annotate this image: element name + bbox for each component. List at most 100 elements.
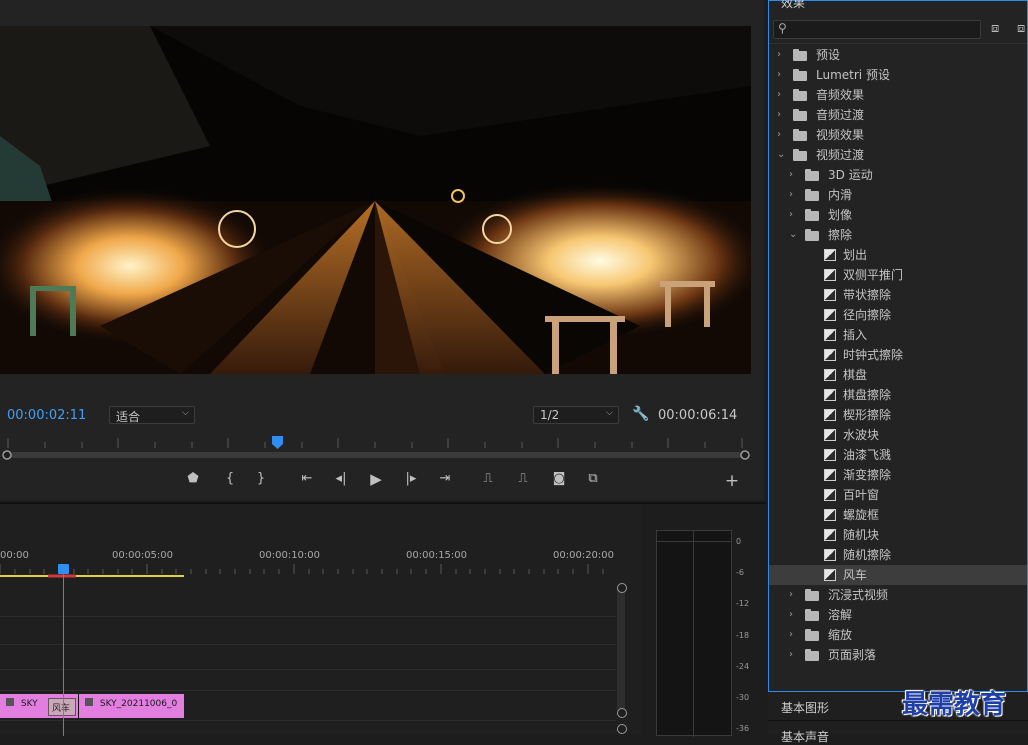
track-divider bbox=[0, 616, 616, 617]
panel-title-next[interactable]: 基本声音 bbox=[781, 728, 829, 745]
folder-item[interactable]: › 视频效果 bbox=[769, 125, 1027, 145]
db-label: 0 bbox=[736, 537, 742, 546]
effect-item[interactable]: 划出 bbox=[769, 245, 1027, 265]
effect-item[interactable]: 螺旋框 bbox=[769, 505, 1027, 525]
folder-icon bbox=[805, 629, 819, 641]
tree-item-label: 划出 bbox=[843, 248, 868, 262]
chevron-right-icon[interactable]: › bbox=[789, 185, 793, 205]
playhead-marker[interactable] bbox=[272, 436, 283, 449]
scroll-handle-top[interactable] bbox=[617, 583, 627, 593]
tree-item-label: 视频过渡 bbox=[816, 148, 865, 162]
effect-item[interactable]: 百叶窗 bbox=[769, 485, 1027, 505]
effect-item[interactable]: 油漆飞溅 bbox=[769, 445, 1027, 465]
chevron-right-icon[interactable]: › bbox=[789, 625, 793, 645]
scroll-handle-bottom-2[interactable] bbox=[617, 724, 627, 734]
mark-in-button[interactable]: { bbox=[219, 470, 241, 488]
effects-search-input[interactable]: ⚲ bbox=[773, 20, 981, 39]
scroll-handle-left[interactable] bbox=[2, 450, 12, 460]
effect-item[interactable]: 棋盘擦除 bbox=[769, 385, 1027, 405]
effect-item[interactable]: 渐变擦除 bbox=[769, 465, 1027, 485]
play-button[interactable]: ▶ bbox=[365, 470, 387, 488]
chevron-down-icon[interactable]: ⌄ bbox=[789, 225, 797, 245]
tree-item-label: 棋盘擦除 bbox=[843, 388, 892, 402]
meter-top-line bbox=[657, 541, 731, 542]
comparison-view-button[interactable]: ⧉ bbox=[582, 470, 604, 488]
video-clip[interactable]: SKY_20211006_0 bbox=[78, 694, 184, 718]
folder-item[interactable]: › 音频过渡 bbox=[769, 105, 1027, 125]
add-button[interactable]: + bbox=[721, 472, 743, 490]
effect-item[interactable]: 插入 bbox=[769, 325, 1027, 345]
effect-item[interactable]: 楔形擦除 bbox=[769, 405, 1027, 425]
effect-item[interactable]: 棋盘 bbox=[769, 365, 1027, 385]
export-frame-button[interactable]: ◙ bbox=[548, 470, 570, 488]
folder-item[interactable]: › Lumetri 预设 bbox=[769, 65, 1027, 85]
transition-effect-icon bbox=[824, 529, 836, 541]
chevron-right-icon[interactable]: › bbox=[789, 585, 793, 605]
step-back-button[interactable]: ◂| bbox=[330, 470, 352, 488]
folder-icon bbox=[793, 109, 807, 121]
tree-item-label: 随机块 bbox=[843, 528, 880, 542]
add-marker-button[interactable]: ⬟ bbox=[182, 470, 204, 488]
effect-item[interactable]: 随机块 bbox=[769, 525, 1027, 545]
monitor-scrubber[interactable] bbox=[0, 432, 752, 462]
effect-item[interactable]: 径向擦除 bbox=[769, 305, 1027, 325]
extract-button[interactable]: ⎍ bbox=[512, 470, 534, 488]
folder-item[interactable]: › 溶解 bbox=[769, 605, 1027, 625]
timeline-vertical-scrollbar[interactable] bbox=[617, 584, 625, 714]
folder-item[interactable]: ⌄ 擦除 bbox=[769, 225, 1027, 245]
chevron-right-icon[interactable]: › bbox=[777, 85, 781, 105]
current-timecode[interactable]: 00:00:02:11 bbox=[7, 408, 86, 423]
scroll-handle-bottom[interactable] bbox=[617, 708, 627, 718]
effect-item[interactable]: 风车 bbox=[769, 565, 1027, 585]
resolution-dropdown-value: 1/2 bbox=[540, 408, 560, 422]
chevron-right-icon[interactable]: › bbox=[777, 45, 781, 65]
panel-title[interactable]: 基本图形 bbox=[781, 699, 829, 716]
folder-item[interactable]: › 内滑 bbox=[769, 185, 1027, 205]
folder-item[interactable]: ⌄ 视频过渡 bbox=[769, 145, 1027, 165]
folder-item[interactable]: › 沉浸式视频 bbox=[769, 585, 1027, 605]
yuv-effects-icon[interactable]: ⧈ bbox=[1017, 21, 1025, 36]
step-forward-button[interactable]: |▸ bbox=[400, 470, 422, 488]
effect-item[interactable]: 双侧平推门 bbox=[769, 265, 1027, 285]
effect-item[interactable]: 随机擦除 bbox=[769, 545, 1027, 565]
folder-item[interactable]: › 页面剥落 bbox=[769, 645, 1027, 665]
effect-item[interactable]: 水波块 bbox=[769, 425, 1027, 445]
tree-item-label: 随机擦除 bbox=[843, 548, 892, 562]
go-to-in-button[interactable]: ⇤ bbox=[296, 470, 318, 488]
mark-out-button[interactable]: } bbox=[250, 470, 272, 488]
wrench-icon[interactable]: 🔧 bbox=[632, 406, 649, 422]
scroll-handle-right[interactable] bbox=[740, 450, 750, 460]
chevron-right-icon[interactable]: › bbox=[777, 65, 781, 85]
folder-item[interactable]: › 划像 bbox=[769, 205, 1027, 225]
folder-item[interactable]: › 3D 运动 bbox=[769, 165, 1027, 185]
effect-item[interactable]: 时钟式擦除 bbox=[769, 345, 1027, 365]
preset-folder-icon bbox=[793, 49, 807, 61]
accelerated-effects-icon[interactable]: ⧈ bbox=[991, 21, 999, 36]
chevron-right-icon[interactable]: › bbox=[789, 605, 793, 625]
tree-item-label: 棋盘 bbox=[843, 368, 868, 382]
tree-item-label: 双侧平推门 bbox=[843, 268, 904, 282]
folder-item[interactable]: › 预设 bbox=[769, 45, 1027, 65]
chevron-right-icon[interactable]: › bbox=[789, 645, 793, 665]
chevron-right-icon[interactable]: › bbox=[789, 205, 793, 225]
chevron-right-icon[interactable]: › bbox=[777, 105, 781, 125]
transition-effect-icon bbox=[824, 389, 836, 401]
go-to-out-button[interactable]: ⇥ bbox=[434, 470, 456, 488]
folder-item[interactable]: › 缩放 bbox=[769, 625, 1027, 645]
fit-dropdown[interactable]: 适合 ⌵ bbox=[109, 406, 195, 424]
transition-effect-icon bbox=[824, 569, 836, 581]
watermark: 最需教育 bbox=[902, 690, 1007, 720]
chevron-right-icon[interactable]: › bbox=[789, 165, 793, 185]
folder-icon bbox=[805, 589, 819, 601]
time-ruler[interactable] bbox=[0, 562, 616, 578]
lift-button[interactable]: ⎍ bbox=[477, 470, 499, 488]
chevron-down-icon: ⌵ bbox=[606, 408, 613, 418]
folder-item[interactable]: › 音频效果 bbox=[769, 85, 1027, 105]
timeline-playhead-handle[interactable] bbox=[58, 564, 69, 574]
effect-item[interactable]: 带状擦除 bbox=[769, 285, 1027, 305]
track-divider bbox=[0, 669, 616, 670]
chevron-down-icon[interactable]: ⌄ bbox=[777, 145, 785, 165]
resolution-dropdown[interactable]: 1/2 ⌵ bbox=[533, 406, 619, 424]
chevron-right-icon[interactable]: › bbox=[777, 125, 781, 145]
transition-clip[interactable]: 风车 bbox=[48, 698, 76, 716]
